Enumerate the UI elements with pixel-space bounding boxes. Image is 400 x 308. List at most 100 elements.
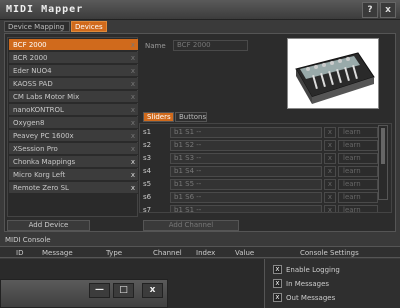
device-item[interactable]: Eder NUO4 x xyxy=(9,65,138,77)
enable-logging-label: Enable Logging xyxy=(286,266,340,274)
col-type: Type xyxy=(106,249,123,257)
slider-number: s4 xyxy=(143,167,152,175)
learn-button[interactable]: learn xyxy=(338,179,378,190)
device-item[interactable]: CM Labs Motor Mix x xyxy=(9,91,138,103)
remove-device-icon[interactable]: x xyxy=(131,92,135,102)
col-value: Value xyxy=(235,249,255,257)
console-settings: x Enable Logging x In Messages x Out Mes… xyxy=(264,259,400,308)
clear-mapping-icon[interactable]: x xyxy=(324,166,336,177)
slider-mapping-field[interactable]: b1 S1 -- xyxy=(170,127,322,138)
remove-device-icon[interactable]: x xyxy=(131,118,135,128)
clear-mapping-icon[interactable]: x xyxy=(324,127,336,138)
slider-row: s7 b1 S1 -- x learn xyxy=(140,205,380,213)
device-name: BCF 2000 xyxy=(13,41,47,49)
minimize-button[interactable]: — xyxy=(89,283,110,298)
maximize-button[interactable]: □ xyxy=(113,283,134,298)
slider-number: s7 xyxy=(143,206,152,213)
learn-button[interactable]: learn xyxy=(338,192,378,203)
slider-row: s5 b1 S5 -- x learn xyxy=(140,179,380,191)
device-name: KAOSS PAD xyxy=(13,80,53,88)
device-item[interactable]: Chonka Mappings x xyxy=(9,156,138,168)
remove-device-icon[interactable]: x xyxy=(131,79,135,89)
slider-list: s1 b1 S1 -- x learn s2 b1 S2 -- x learn … xyxy=(139,123,392,213)
enable-logging-checkbox[interactable]: x xyxy=(273,265,282,274)
device-name: Remote Zero SL xyxy=(13,184,69,192)
device-item[interactable]: Micro Korg Left x xyxy=(9,169,138,181)
learn-button[interactable]: learn xyxy=(338,127,378,138)
remove-device-icon[interactable]: x xyxy=(131,66,135,76)
slider-number: s5 xyxy=(143,180,152,188)
device-item[interactable]: KAOSS PAD x xyxy=(9,78,138,90)
add-channel-button[interactable]: Add Channel xyxy=(143,220,239,231)
device-name: Oxygen8 xyxy=(13,119,45,127)
slider-mapping-field[interactable]: b1 S6 -- xyxy=(170,192,322,203)
device-name-field[interactable]: BCF 2000 xyxy=(173,40,248,51)
in-messages-label: In Messages xyxy=(286,280,330,288)
device-image xyxy=(287,38,379,109)
remove-device-icon[interactable]: x xyxy=(131,157,135,167)
remove-device-icon[interactable]: x xyxy=(131,170,135,180)
device-item[interactable]: XSession Pro x xyxy=(9,143,138,155)
slider-mapping-field[interactable]: b1 S2 -- xyxy=(170,140,322,151)
col-console-settings: Console Settings xyxy=(300,249,359,257)
learn-button[interactable]: learn xyxy=(338,153,378,164)
device-name: Eder NUO4 xyxy=(13,67,52,75)
col-channel: Channel xyxy=(153,249,182,257)
device-item[interactable]: Remote Zero SL x xyxy=(9,182,138,194)
out-messages-checkbox[interactable]: x xyxy=(273,293,282,302)
remove-device-icon[interactable]: x xyxy=(131,183,135,193)
remove-device-icon[interactable]: x xyxy=(131,144,135,154)
clear-mapping-icon[interactable]: x xyxy=(324,192,336,203)
device-name: Chonka Mappings xyxy=(13,158,76,166)
device-name: XSession Pro xyxy=(13,145,58,153)
slider-mapping-field[interactable]: b1 S4 -- xyxy=(170,166,322,177)
clear-mapping-icon[interactable]: x xyxy=(324,205,336,212)
device-name: CM Labs Motor Mix xyxy=(13,93,80,101)
slider-mapping-field[interactable]: b1 S5 -- xyxy=(170,179,322,190)
device-item[interactable]: Oxygen8 x xyxy=(9,117,138,129)
clear-mapping-icon[interactable]: x xyxy=(324,179,336,190)
learn-button[interactable]: learn xyxy=(338,166,378,177)
name-label: Name xyxy=(145,42,166,50)
slider-number: s1 xyxy=(143,128,152,136)
learn-button[interactable]: learn xyxy=(338,205,378,212)
slider-mapping-field[interactable]: b1 S3 -- xyxy=(170,153,322,164)
remove-device-icon[interactable]: x xyxy=(131,53,135,63)
device-name: nanoKONTROL xyxy=(13,106,64,114)
window-title: MIDI Mapper xyxy=(6,4,84,15)
device-item[interactable]: nanoKONTROL x xyxy=(9,104,138,116)
device-item[interactable]: Peavey PC 1600x x xyxy=(9,130,138,142)
help-button[interactable]: ? xyxy=(362,2,378,18)
col-message: Message xyxy=(42,249,73,257)
console-title: MIDI Console xyxy=(5,236,51,244)
remove-device-icon[interactable]: x xyxy=(131,105,135,115)
in-messages-checkbox[interactable]: x xyxy=(273,279,282,288)
tab-devices[interactable]: Devices xyxy=(71,21,107,32)
col-index: Index xyxy=(196,249,216,257)
out-messages-label: Out Messages xyxy=(286,294,336,302)
slider-row: s2 b1 S2 -- x learn xyxy=(140,140,380,152)
remove-device-icon[interactable]: x xyxy=(131,40,135,50)
overlay-close-button[interactable]: x xyxy=(142,283,163,298)
console-header: ID Message Type Channel Index Value Cons… xyxy=(0,246,400,258)
device-name: Peavey PC 1600x xyxy=(13,132,74,140)
tab-buttons[interactable]: Buttons xyxy=(175,112,207,122)
slider-row: s3 b1 S3 -- x learn xyxy=(140,153,380,165)
slider-number: s2 xyxy=(143,141,152,149)
slider-row: s4 b1 S4 -- x learn xyxy=(140,166,380,178)
learn-button[interactable]: learn xyxy=(338,140,378,151)
slider-mapping-field[interactable]: b1 S1 -- xyxy=(170,205,322,212)
device-item[interactable]: BCR 2000 x xyxy=(9,52,138,64)
close-button[interactable]: x xyxy=(380,2,396,18)
slider-scrollbar[interactable] xyxy=(378,125,388,200)
clear-mapping-icon[interactable]: x xyxy=(324,140,336,151)
clear-mapping-icon[interactable]: x xyxy=(324,153,336,164)
add-device-button[interactable]: Add Device xyxy=(7,220,90,231)
slider-row: s6 b1 S6 -- x learn xyxy=(140,192,380,204)
tab-sliders[interactable]: Sliders xyxy=(143,112,174,122)
remove-device-icon[interactable]: x xyxy=(131,131,135,141)
slider-number: s3 xyxy=(143,154,152,162)
scrollbar-thumb[interactable] xyxy=(381,128,385,164)
device-item[interactable]: BCF 2000 x xyxy=(9,39,138,51)
tab-device-mapping[interactable]: Device Mapping xyxy=(4,21,70,32)
